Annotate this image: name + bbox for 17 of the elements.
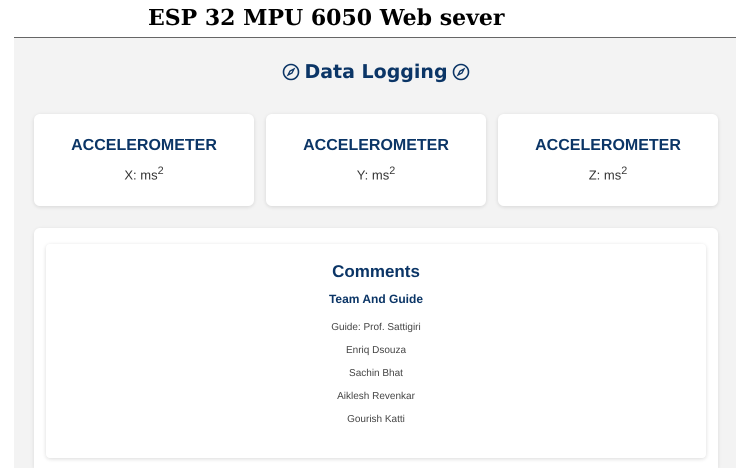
team-member: Enriq Dsouza: [346, 344, 406, 358]
team-member: Gourish Katti: [347, 413, 405, 427]
card-title: ACCELEROMETER: [71, 137, 217, 156]
team-member: Aiklesh Revenkar: [337, 390, 415, 404]
comments-heading: Comments: [332, 262, 420, 282]
team-member: Guide: Prof. Sattigiri: [331, 321, 421, 335]
page-title: ESP 32 MPU 6050 Web sever: [147, 4, 506, 33]
team-member: Sachin Bhat: [349, 367, 403, 381]
compass-icon: [282, 63, 300, 81]
card-title: ACCELEROMETER: [303, 137, 449, 156]
comments-subheading: Team And Guide: [328, 292, 423, 306]
card-title: ACCELEROMETER: [535, 137, 681, 156]
sensor-reading: X: ms$^{2}$: [124, 165, 164, 183]
sensor-reading: Y: ms$^{2}$: [356, 165, 396, 183]
sensor-reading: Z: ms$^{2}$: [588, 165, 628, 183]
compass-icon: [452, 63, 470, 81]
section-heading: Data Logging: [304, 61, 448, 83]
